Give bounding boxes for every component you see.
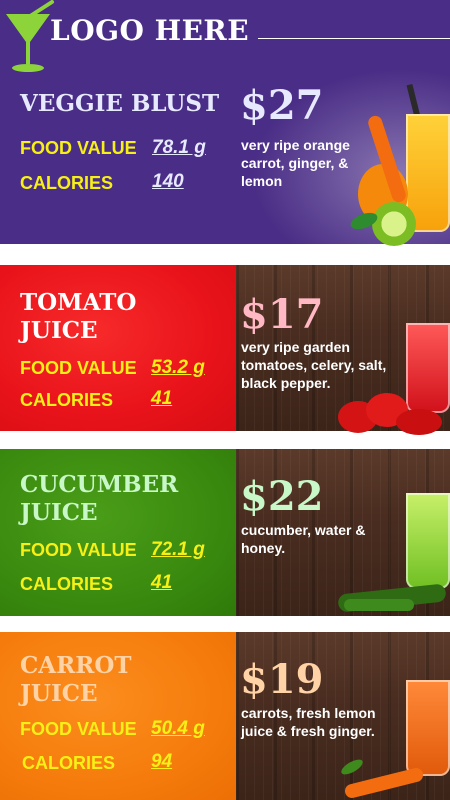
tomato-juice-image xyxy=(336,317,450,435)
item-name-line1: CUCUMBER xyxy=(20,471,179,498)
item-name-line2: JUICE xyxy=(20,680,98,707)
carrot-juice-panel: CARROT JUICE FOOD VALUE 50.4 g CALORIES … xyxy=(0,632,450,800)
food-value-label: FOOD VALUE xyxy=(20,540,137,560)
calories-value: 94 xyxy=(151,751,173,772)
logo-text: LOGO HERE xyxy=(50,14,250,47)
calories-value: 140 xyxy=(152,171,184,192)
item-name-line1: TOMATO xyxy=(20,289,137,316)
calories-label: CALORIES xyxy=(20,173,114,193)
food-value-label: FOOD VALUE xyxy=(20,138,137,158)
item-name-line1: CARROT xyxy=(20,652,132,679)
item-price: $19 xyxy=(240,656,324,703)
calories-label: CALORIES xyxy=(22,753,116,773)
calories-label: CALORIES xyxy=(20,390,114,410)
tomato-juice-panel: TOMATO JUICE FOOD VALUE 53.2 g CALORIES … xyxy=(0,265,450,435)
logo-divider xyxy=(258,38,450,39)
food-value: 53.2 g xyxy=(151,357,205,378)
calories-value: 41 xyxy=(151,572,173,593)
item-name-line2: JUICE xyxy=(20,499,98,526)
orange-juice-image xyxy=(348,83,450,246)
carrot-juice-image xyxy=(339,676,450,800)
calories-value: 41 xyxy=(151,388,173,409)
cucumber-juice-image xyxy=(334,489,450,616)
cucumber-juice-panel: CUCUMBER JUICE FOOD VALUE 72.1 g CALORIE… xyxy=(0,449,450,616)
food-value-label: FOOD VALUE xyxy=(20,719,137,739)
food-value-label: FOOD VALUE xyxy=(20,358,137,378)
food-value: 78.1 g xyxy=(152,137,206,158)
item-price: $27 xyxy=(240,82,324,129)
food-value: 72.1 g xyxy=(151,539,205,560)
item-name-line2: JUICE xyxy=(20,317,98,344)
item-name: VEGGIE BLUST xyxy=(20,90,220,117)
calories-label: CALORIES xyxy=(20,574,114,594)
veggie-blust-panel: LOGO HERE VEGGIE BLUST $27 FOOD VALUE 78… xyxy=(0,0,450,250)
item-price: $17 xyxy=(240,291,324,338)
item-price: $22 xyxy=(240,473,324,520)
food-value: 50.4 g xyxy=(151,718,205,739)
